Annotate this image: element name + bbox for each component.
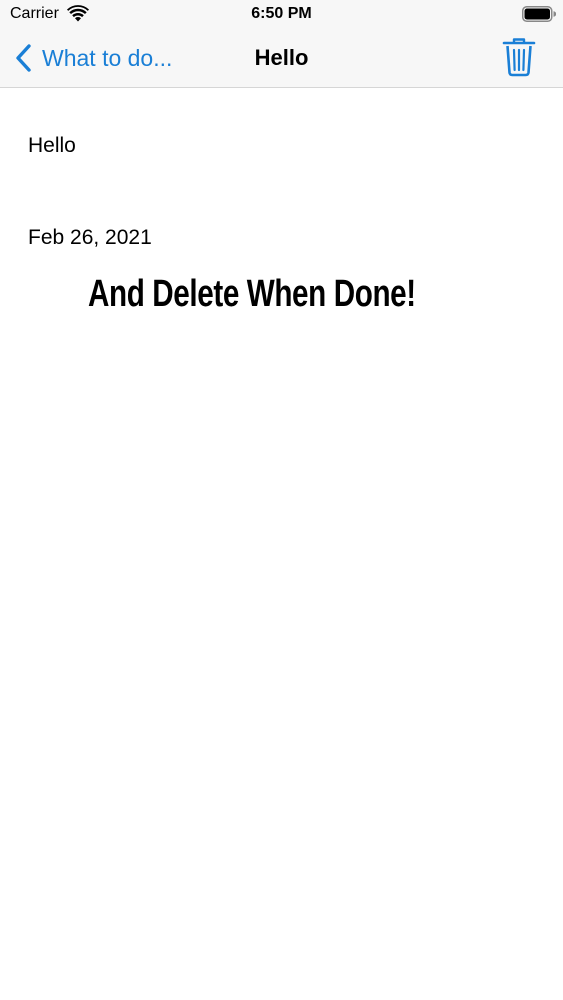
trash-icon	[502, 38, 536, 77]
chevron-left-icon	[16, 44, 31, 72]
battery-icon	[522, 6, 556, 22]
top-bar: Carrier 6:50 PM What to do... Hello	[0, 0, 563, 88]
navigation-bar: What to do... Hello	[0, 28, 563, 87]
overlay-caption: And Delete When Done!	[88, 273, 416, 315]
note-text: Hello	[28, 134, 76, 157]
back-button[interactable]: What to do...	[14, 41, 172, 75]
screen: Carrier 6:50 PM What to do... Hello Hell…	[0, 0, 563, 1000]
back-button-label: What to do...	[42, 45, 173, 71]
delete-button[interactable]	[500, 37, 538, 77]
note-date: Feb 26, 2021	[28, 226, 152, 249]
status-bar: Carrier 6:50 PM	[0, 0, 563, 28]
status-time: 6:50 PM	[251, 5, 312, 22]
